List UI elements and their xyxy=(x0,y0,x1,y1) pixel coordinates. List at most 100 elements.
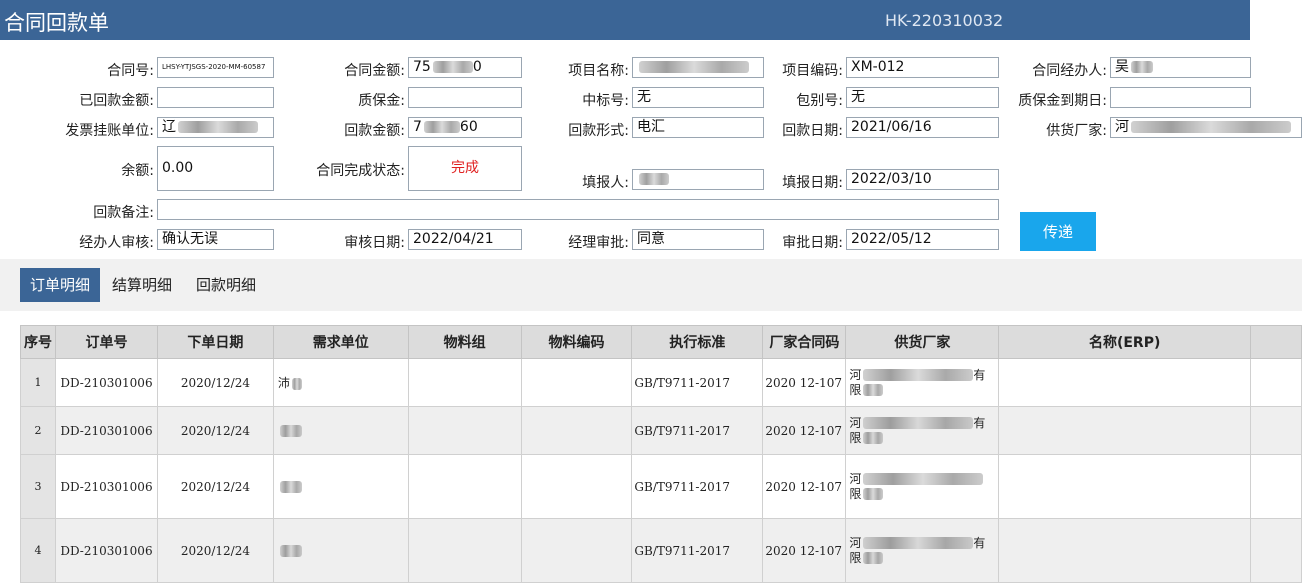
column-header-standard[interactable]: 执行标准 xyxy=(631,325,764,359)
warranty-due-field[interactable] xyxy=(1110,87,1251,108)
supplier-line1-end: 有 xyxy=(973,535,986,550)
redaction-blur xyxy=(863,432,884,444)
material-group-cell xyxy=(407,454,522,519)
payment-date-label: 回款日期: xyxy=(782,123,843,139)
remark-label: 回款备注: xyxy=(93,205,154,221)
extra-cell xyxy=(1250,454,1302,519)
bid-no-field[interactable]: 无 xyxy=(632,87,764,108)
director-approval-label: 经理审批: xyxy=(568,235,629,251)
send-button[interactable]: 传递 xyxy=(1020,212,1096,251)
invoice-unit-value: 辽 xyxy=(162,119,176,135)
demand-unit-cell: 沛 xyxy=(272,358,409,407)
reporter-field[interactable] xyxy=(632,169,764,190)
table-row[interactable]: 4 DD-210301006 2020/12/24 GB/T9711-2017 … xyxy=(20,518,1302,583)
payment-date-field[interactable]: 2021/06/16 xyxy=(846,117,999,138)
redaction-blur xyxy=(863,488,884,500)
redaction-blur xyxy=(178,121,258,133)
column-header-index[interactable]: 序号 xyxy=(20,325,56,359)
contract-manager-label: 合同经办人: xyxy=(1032,63,1107,79)
redaction-blur xyxy=(863,537,974,549)
warranty-amount-label: 质保金: xyxy=(358,93,405,109)
demand-unit-cell xyxy=(272,518,409,583)
supplier-cell: 河 有限 xyxy=(845,406,1000,455)
table-row[interactable]: 2 DD-210301006 2020/12/24 GB/T9711-2017 … xyxy=(20,406,1302,455)
contract-manager-value: 吴 xyxy=(1115,59,1129,75)
manufacturer-contract-code-cell: 2020 12-107 xyxy=(762,454,847,519)
supplier-line2-start: 限 xyxy=(849,430,862,445)
erp-name-cell xyxy=(998,454,1251,519)
redaction-blur xyxy=(423,121,460,133)
tab-settlement-details[interactable]: 结算明细 xyxy=(102,268,182,302)
column-header-erp-name[interactable]: 名称(ERP) xyxy=(998,325,1251,359)
project-name-label: 项目名称: xyxy=(568,63,629,79)
extra-cell xyxy=(1250,518,1302,583)
document-number: HK-220310032 xyxy=(885,11,1004,30)
supplier-field[interactable]: 河 xyxy=(1110,117,1302,138)
supplier-line1-start: 河 xyxy=(849,535,862,550)
manager-review-label: 经办人审核: xyxy=(79,235,154,251)
payment-amount-field[interactable]: 7 60 xyxy=(408,117,522,138)
contract-no-field[interactable]: LHSY-YTJSGS-2020-MM-60587 xyxy=(157,57,274,78)
material-group-cell xyxy=(407,358,522,407)
tab-order-details[interactable]: 订单明细 xyxy=(20,268,101,302)
material-code-cell xyxy=(520,406,633,455)
order-no-cell: DD-210301006 xyxy=(54,518,158,583)
package-no-field[interactable]: 无 xyxy=(846,87,999,108)
supplier-line2-start: 限 xyxy=(849,382,862,397)
column-header-order-no[interactable]: 订单号 xyxy=(54,325,158,359)
supplier-cell: 河 有限 xyxy=(845,358,1000,407)
redaction-blur xyxy=(863,417,974,429)
column-header-manufacturer-contract-code[interactable]: 厂家合同码 xyxy=(762,325,847,359)
project-code-label: 项目编码: xyxy=(782,63,843,79)
column-header-extra xyxy=(1250,325,1302,359)
tab-payment-details[interactable]: 回款明细 xyxy=(186,268,266,302)
erp-name-cell xyxy=(998,358,1251,407)
table-row[interactable]: 3 DD-210301006 2020/12/24 GB/T9711-2017 … xyxy=(20,454,1302,519)
redaction-blur xyxy=(432,61,473,73)
approval-date-field[interactable]: 2022/05/12 xyxy=(846,229,999,250)
completion-status-field[interactable]: 完成 xyxy=(408,146,522,191)
director-approval-field[interactable]: 同意 xyxy=(632,229,764,250)
redaction-blur xyxy=(279,481,302,493)
invoice-unit-field[interactable]: 辽 xyxy=(157,117,274,138)
contract-no-label: 合同号: xyxy=(107,63,154,79)
payment-form-field[interactable]: 电汇 xyxy=(632,117,764,138)
balance-label: 余额: xyxy=(121,163,154,179)
supplier-line1-end: 有 xyxy=(973,367,986,382)
balance-field[interactable]: 0.00 xyxy=(157,146,274,191)
redaction-blur xyxy=(639,173,669,185)
project-code-field[interactable]: XM-012 xyxy=(846,57,999,78)
report-date-field[interactable]: 2022/03/10 xyxy=(846,169,999,190)
manager-review-field[interactable]: 确认无误 xyxy=(157,229,274,250)
warranty-amount-field[interactable] xyxy=(408,87,522,108)
package-no-label: 包别号: xyxy=(796,93,843,109)
remark-field[interactable] xyxy=(157,199,999,220)
contract-manager-field[interactable]: 吴 xyxy=(1110,57,1251,78)
invoice-unit-label: 发票挂账单位: xyxy=(65,123,154,139)
supplier-line1-start: 河 xyxy=(849,415,862,430)
column-header-material-group[interactable]: 物料组 xyxy=(407,325,522,359)
review-date-field[interactable]: 2022/04/21 xyxy=(408,229,522,250)
supplier-cell: 河 有限 xyxy=(845,518,1000,583)
redaction-blur xyxy=(863,384,884,396)
material-group-cell xyxy=(407,406,522,455)
column-header-supplier[interactable]: 供货厂家 xyxy=(845,325,1000,359)
supplier-line2-start: 限 xyxy=(849,550,862,565)
manufacturer-contract-code-cell: 2020 12-107 xyxy=(762,406,847,455)
contract-amount-field[interactable]: 75 0 xyxy=(408,57,522,78)
column-header-material-code[interactable]: 物料编码 xyxy=(520,325,633,359)
manufacturer-contract-code-cell: 2020 12-107 xyxy=(762,518,847,583)
material-code-cell xyxy=(520,454,633,519)
contract-amount-label: 合同金额: xyxy=(344,63,405,79)
extra-cell xyxy=(1250,358,1302,407)
table-row[interactable]: 1 DD-210301006 2020/12/24 沛 GB/T9711-201… xyxy=(20,358,1302,407)
report-date-label: 填报日期: xyxy=(782,175,843,191)
order-detail-table: 序号 订单号 下单日期 需求单位 物料组 物料编码 执行标准 厂家合同码 供货厂… xyxy=(20,325,1302,583)
review-date-label: 审核日期: xyxy=(344,235,405,251)
row-index: 3 xyxy=(20,454,56,519)
received-amount-field[interactable] xyxy=(157,87,274,108)
column-header-order-date[interactable]: 下单日期 xyxy=(156,325,274,359)
project-name-field[interactable] xyxy=(632,57,764,78)
supplier-line1-start: 河 xyxy=(849,367,862,382)
column-header-demand-unit[interactable]: 需求单位 xyxy=(272,325,409,359)
